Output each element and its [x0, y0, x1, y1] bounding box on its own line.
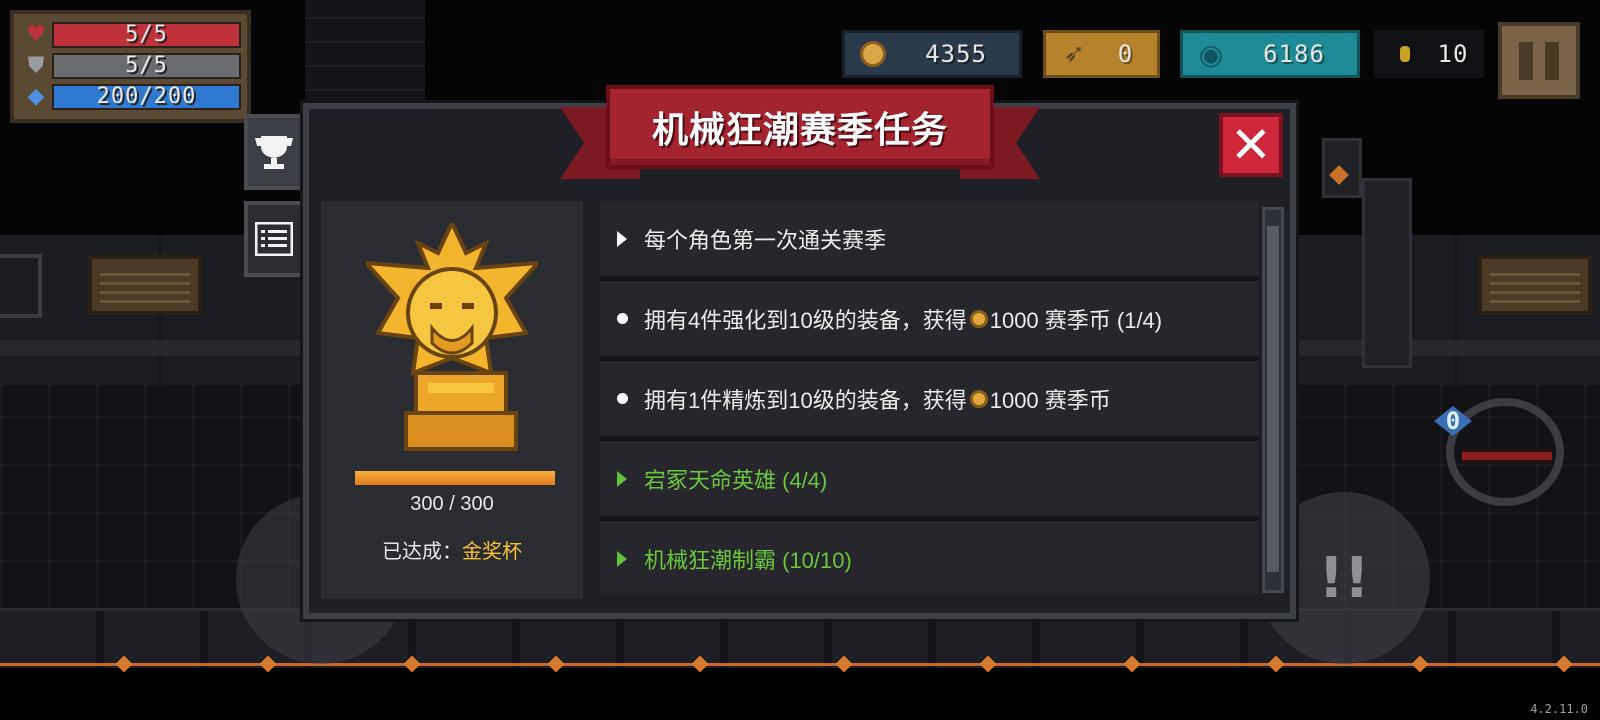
season-coin-icon: [969, 389, 988, 408]
pipe: [1302, 138, 1422, 368]
floor-rail: [0, 663, 1600, 666]
season-coin-value: 4355: [925, 40, 987, 68]
shield-icon: ⛊: [27, 52, 45, 78]
armor-shop-sign: [1478, 255, 1592, 315]
task-item[interactable]: 拥有4件强化到10级的装备，获得 1000 赛季币 (1/4): [600, 281, 1258, 356]
achieved-label: 已达成：金奖杯: [321, 535, 583, 564]
task-text: 宕冢天命英雄 (4/4): [644, 467, 828, 493]
bottom-void: [0, 668, 1600, 720]
task-text-after: 1000 赛季币 (1/4): [989, 307, 1163, 333]
gold-counter: 10: [1374, 30, 1484, 78]
task-item[interactable]: 机械狂潮制霸 (10/10): [600, 521, 1258, 593]
gold-value: 10: [1437, 40, 1469, 68]
skill-icon: !!: [1318, 545, 1370, 611]
energy-diamond-icon: ◆: [27, 83, 45, 109]
task-text-before: 拥有1件精炼到10级的装备，获得: [644, 387, 967, 413]
energy-bar: 200/200: [52, 83, 241, 110]
expand-triangle-icon: [617, 470, 627, 487]
sword-icon: [1462, 452, 1552, 460]
bullet-dot-icon: [616, 393, 628, 404]
task-item[interactable]: 宕冢天命英雄 (4/4): [600, 441, 1258, 516]
health-bar: 5/5: [52, 21, 241, 48]
fish-value: 0: [1117, 40, 1134, 68]
scrollbar-thumb[interactable]: [1267, 226, 1279, 572]
health-text: 5/5: [125, 21, 168, 47]
eye-gem-icon: ◉: [1198, 37, 1224, 71]
task-list[interactable]: 每个角色第一次通关赛季 拥有4件强化到10级的装备，获得 1000 赛季币 (1/…: [600, 201, 1258, 593]
player-stats-panel: ♥ 5/5 ⛊ 5/5 ◆ 200/200: [10, 10, 251, 123]
task-text: 拥有1件精炼到10级的装备，获得 1000 赛季币: [644, 383, 1111, 415]
bullet-dot-icon: [616, 313, 628, 324]
trophy-progress-bar: [355, 471, 555, 485]
task-marker: [600, 313, 644, 324]
task-text-before: 拥有4件强化到10级的装备，获得: [644, 307, 967, 333]
task-marker: [600, 550, 644, 567]
energy-row: ◆ 200/200: [20, 82, 241, 111]
version-label: 4.2.11.0: [1530, 702, 1588, 716]
tab-list[interactable]: [244, 201, 304, 277]
pause-icon-bar: [1545, 41, 1559, 80]
close-icon: ✕: [1230, 116, 1272, 174]
gem-counter: ◉ 6186: [1180, 30, 1360, 78]
reward-panel: 300 / 300 已达成：金奖杯: [321, 201, 583, 599]
health-row: ♥ 5/5: [20, 20, 241, 49]
achieved-prefix: 已达成：: [382, 541, 462, 563]
armor-row: ⛊ 5/5: [20, 51, 241, 80]
trophy-progress-text: 300 / 300: [410, 493, 494, 515]
fish-counter: ➶ 0: [1043, 30, 1160, 78]
tab-trophy[interactable]: [244, 114, 304, 190]
gem-value: 6186: [1263, 40, 1325, 68]
expand-triangle-icon: [617, 550, 627, 567]
task-text: 每个角色第一次通关赛季: [644, 227, 887, 253]
season-coin-counter: 4355: [842, 30, 1022, 78]
fish-icon: ➶: [1063, 39, 1085, 69]
close-button[interactable]: ✕: [1219, 113, 1283, 177]
gold-trophy-statue-icon: [366, 223, 538, 451]
left-door: [0, 254, 42, 318]
title-banner: 机械狂潮赛季任务: [560, 85, 1040, 187]
pause-icon: [1519, 41, 1533, 80]
task-marker: [600, 470, 644, 487]
task-item[interactable]: 拥有1件精炼到10级的装备，获得 1000 赛季币: [600, 361, 1258, 436]
armor-bar: 5/5: [52, 52, 241, 79]
season-coin-icon: [853, 34, 893, 74]
task-text-after: 1000 赛季币: [989, 387, 1111, 413]
armor-text: 5/5: [125, 52, 168, 78]
gold-coin-icon: [1385, 34, 1425, 74]
trophy-progress-fill: [355, 471, 555, 485]
weapon-shop-sign: [88, 255, 202, 315]
heart-icon: ♥: [26, 21, 46, 47]
task-text: 拥有4件强化到10级的装备，获得 1000 赛季币 (1/4): [644, 303, 1162, 335]
task-marker: [600, 393, 644, 404]
expand-triangle-icon: [617, 230, 627, 247]
task-item[interactable]: 每个角色第一次通关赛季: [600, 201, 1258, 276]
task-list-scrollbar[interactable]: [1262, 207, 1284, 593]
dialog-title: 机械狂潮赛季任务: [651, 109, 948, 150]
pause-button[interactable]: [1498, 22, 1580, 99]
weapon-swap-button[interactable]: [1446, 398, 1564, 506]
banner-body: 机械狂潮赛季任务: [606, 85, 994, 169]
energy-text: 200/200: [96, 83, 197, 109]
trophy-icon: [255, 136, 293, 169]
achieved-award: 金奖杯: [462, 541, 522, 563]
season-coin-icon: [969, 309, 988, 328]
list-icon: [255, 222, 293, 256]
task-text: 机械狂潮制霸 (10/10): [644, 547, 852, 573]
task-marker: [600, 230, 644, 247]
